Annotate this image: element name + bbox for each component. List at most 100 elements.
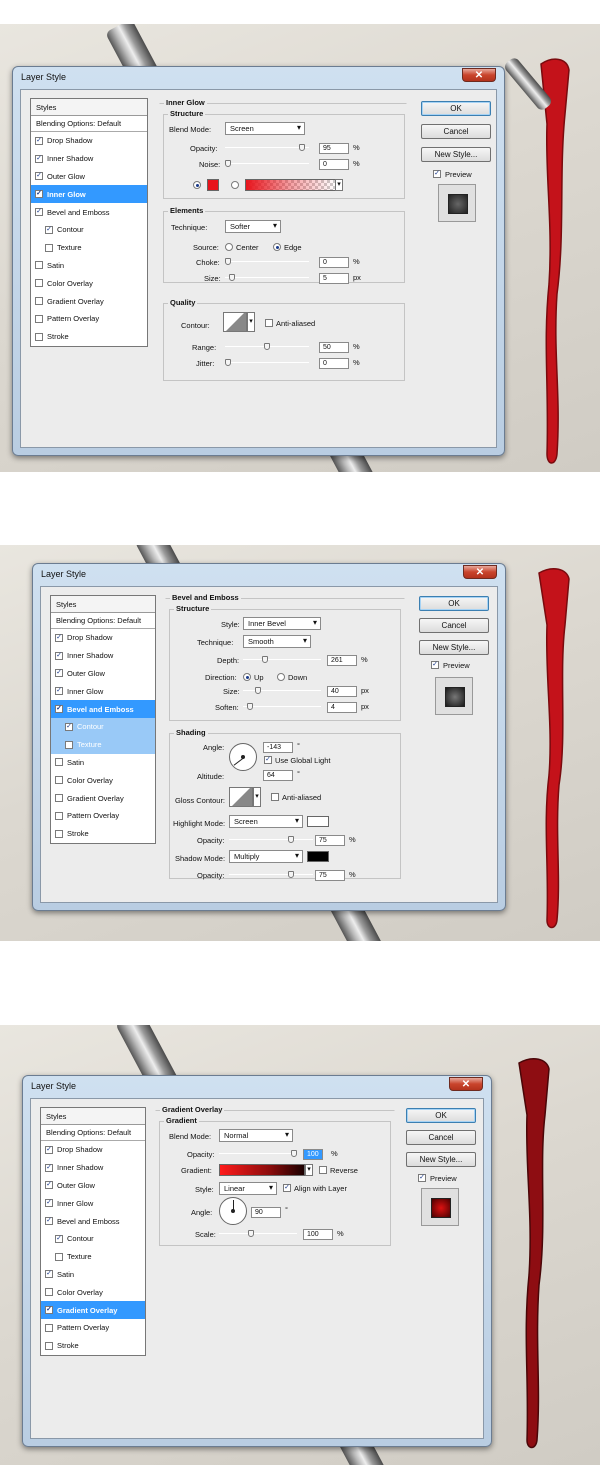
title-bar[interactable]: Layer Style ✕ — [23, 1076, 491, 1096]
style-item-bevel-and-emboss[interactable]: ✓ Bevel and Emboss — [41, 1212, 145, 1230]
scale-input[interactable]: 100 — [303, 1229, 333, 1240]
style-item-checkbox[interactable]: ✓ — [55, 633, 63, 642]
styles-header[interactable]: Styles — [41, 1108, 145, 1125]
style-item-checkbox[interactable]: ✓ — [45, 225, 53, 234]
new-style-button[interactable]: New Style... — [419, 640, 489, 655]
style-item-outer-glow[interactable]: ✓ Outer Glow — [31, 168, 147, 186]
style-item-checkbox[interactable] — [45, 1323, 53, 1332]
style-item-checkbox[interactable]: ✓ — [45, 1199, 53, 1208]
opacity-slider-thumb[interactable] — [299, 144, 306, 151]
cancel-button[interactable]: Cancel — [406, 1130, 476, 1145]
range-slider[interactable] — [225, 343, 309, 350]
anti-aliased-checkbox[interactable] — [271, 793, 279, 801]
highlight-mode-select[interactable]: Screen — [229, 815, 303, 828]
style-item-checkbox[interactable] — [45, 1341, 53, 1350]
soften-slider[interactable] — [243, 703, 321, 710]
anti-aliased-checkbox[interactable] — [265, 319, 273, 327]
style-item-contour[interactable]: ✓ Contour — [51, 717, 155, 736]
style-item-checkbox[interactable]: ✓ — [35, 172, 43, 181]
style-item-checkbox[interactable] — [35, 261, 43, 270]
solid-color-radio[interactable] — [193, 181, 201, 189]
noise-slider-thumb[interactable] — [225, 160, 231, 167]
size-slider[interactable] — [225, 274, 309, 281]
style-item-color-overlay[interactable]: Color Overlay — [41, 1283, 145, 1301]
range-slider-thumb[interactable] — [264, 343, 270, 350]
direction-up-radio[interactable] — [243, 673, 251, 681]
style-item-drop-shadow[interactable]: ✓ Drop Shadow — [31, 132, 147, 150]
highlight-opacity-slider[interactable] — [229, 836, 313, 843]
jitter-slider-thumb[interactable] — [225, 359, 231, 366]
style-item-gradient-overlay[interactable]: ✓ Gradient Overlay — [41, 1301, 145, 1319]
close-button[interactable]: ✕ — [462, 68, 496, 82]
shadow-color-swatch[interactable] — [307, 851, 329, 862]
style-item-inner-glow[interactable]: ✓ Inner Glow — [51, 682, 155, 700]
cancel-button[interactable]: Cancel — [419, 618, 489, 633]
opacity-slider-thumb[interactable] — [291, 1150, 297, 1157]
style-item-inner-shadow[interactable]: ✓ Inner Shadow — [51, 647, 155, 665]
style-item-outer-glow[interactable]: ✓ Outer Glow — [51, 665, 155, 683]
shadow-mode-select[interactable]: Multiply — [229, 850, 303, 863]
highlight-color-swatch[interactable] — [307, 816, 329, 827]
ok-button[interactable]: OK — [421, 101, 491, 116]
style-item-color-overlay[interactable]: Color Overlay — [31, 274, 147, 292]
opacity-input[interactable]: 95 — [319, 143, 349, 154]
use-global-light-checkbox[interactable]: ✓ — [264, 756, 272, 764]
technique-select[interactable]: Softer — [225, 220, 281, 233]
ok-button[interactable]: OK — [419, 596, 489, 611]
style-item-checkbox[interactable]: ✓ — [45, 1145, 53, 1154]
gloss-contour-dropdown-arrow[interactable]: ▾ — [253, 787, 261, 807]
style-item-checkbox[interactable]: ✓ — [55, 1234, 63, 1243]
style-item-pattern-overlay[interactable]: Pattern Overlay — [31, 310, 147, 328]
style-item-checkbox[interactable]: ✓ — [35, 136, 43, 145]
style-item-checkbox[interactable]: ✓ — [55, 651, 63, 660]
soften-input[interactable]: 4 — [327, 702, 357, 713]
style-item-inner-glow[interactable]: ✓ Inner Glow — [41, 1194, 145, 1212]
source-edge-radio[interactable] — [273, 243, 281, 251]
style-item-contour[interactable]: ✓ Contour — [31, 221, 147, 239]
blending-options-item[interactable]: Blending Options: Default — [41, 1125, 145, 1141]
style-item-satin[interactable]: Satin — [31, 257, 147, 275]
style-item-gradient-overlay[interactable]: Gradient Overlay — [31, 292, 147, 310]
style-item-checkbox[interactable]: ✓ — [35, 154, 43, 163]
style-select[interactable]: Inner Bevel — [243, 617, 321, 630]
style-item-satin[interactable]: Satin — [51, 754, 155, 772]
style-item-contour[interactable]: ✓ Contour — [41, 1230, 145, 1248]
style-item-checkbox[interactable] — [55, 758, 63, 767]
style-item-checkbox[interactable] — [55, 811, 63, 820]
style-item-checkbox[interactable] — [55, 1252, 63, 1261]
style-item-outer-glow[interactable]: ✓ Outer Glow — [41, 1177, 145, 1195]
style-item-gradient-overlay[interactable]: Gradient Overlay — [51, 789, 155, 807]
angle-input[interactable]: -143 — [263, 742, 293, 753]
style-item-checkbox[interactable]: ✓ — [45, 1270, 53, 1279]
style-item-checkbox[interactable] — [55, 829, 63, 838]
style-item-checkbox[interactable]: ✓ — [55, 669, 63, 678]
scale-slider-thumb[interactable] — [247, 1230, 254, 1237]
size-input[interactable]: 5 — [319, 273, 349, 284]
contour-picker[interactable] — [223, 312, 247, 332]
style-item-texture[interactable]: Texture — [41, 1248, 145, 1266]
style-item-checkbox[interactable]: ✓ — [35, 208, 43, 217]
close-button[interactable]: ✕ — [463, 565, 497, 579]
glow-color-swatch[interactable] — [207, 179, 219, 191]
new-style-button[interactable]: New Style... — [421, 147, 491, 162]
style-item-checkbox[interactable]: ✓ — [45, 1181, 53, 1190]
new-style-button[interactable]: New Style... — [406, 1152, 476, 1167]
angle-input[interactable]: 90 — [251, 1207, 281, 1218]
gradient-radio[interactable] — [231, 181, 239, 189]
gradient-picker[interactable] — [219, 1164, 305, 1176]
size-slider[interactable] — [243, 687, 321, 694]
gradient-dropdown-arrow[interactable]: ▾ — [335, 179, 343, 191]
depth-slider-thumb[interactable] — [261, 656, 268, 663]
style-item-checkbox[interactable] — [35, 279, 43, 288]
angle-dial[interactable] — [219, 1197, 247, 1225]
style-item-checkbox[interactable]: ✓ — [35, 190, 43, 199]
choke-slider-thumb[interactable] — [225, 258, 231, 265]
size-input[interactable]: 40 — [327, 686, 357, 697]
style-item-checkbox[interactable]: ✓ — [65, 722, 73, 731]
style-item-inner-glow[interactable]: ✓ Inner Glow — [31, 185, 147, 204]
style-item-checkbox[interactable]: ✓ — [55, 687, 63, 696]
range-input[interactable]: 50 — [319, 342, 349, 353]
preview-checkbox[interactable]: ✓ — [418, 1174, 426, 1182]
style-item-checkbox[interactable] — [55, 794, 63, 803]
contour-dropdown-arrow[interactable]: ▾ — [247, 312, 255, 332]
